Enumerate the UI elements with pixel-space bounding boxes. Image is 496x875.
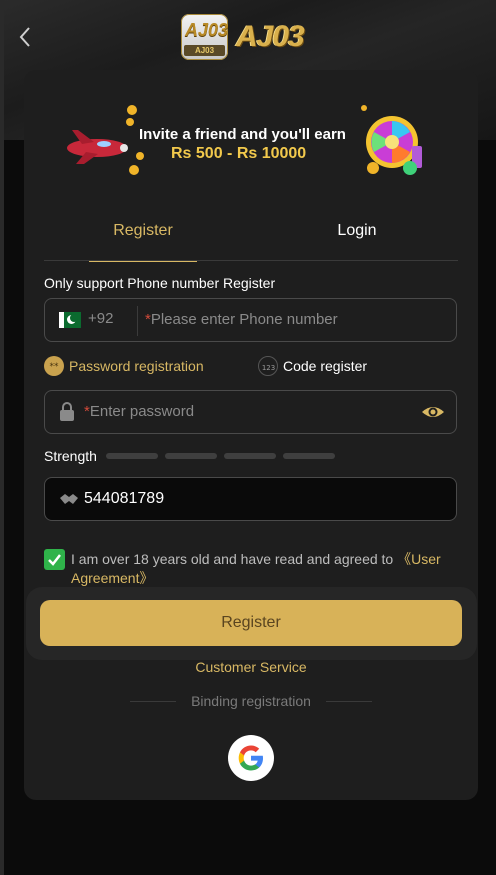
- option-code-label: Code register: [283, 358, 368, 374]
- strength-bar-4: [283, 453, 335, 459]
- banner-line-1: Invite a friend and you'll earn: [139, 126, 346, 143]
- form-card: [24, 70, 478, 800]
- tab-register[interactable]: Register: [89, 222, 197, 262]
- strength-bar-2: [165, 453, 217, 459]
- country-code[interactable]: +92: [88, 310, 113, 327]
- pakistan-flag-icon[interactable]: [59, 312, 81, 328]
- handshake-icon: [59, 491, 79, 507]
- logo-sub: AJ03: [184, 45, 225, 56]
- field-separator: [137, 306, 138, 336]
- strength-bar-1: [106, 453, 158, 459]
- lock-icon: [59, 402, 75, 422]
- logo-wordmark: AJ03: [236, 20, 305, 53]
- banner-line-2: Rs 500 - Rs 10000: [171, 145, 307, 162]
- app-logo-badge: AJ03 AJ03: [181, 14, 228, 60]
- divider-line-right: [326, 701, 372, 702]
- google-login-button[interactable]: [228, 735, 274, 781]
- svg-text:123: 123: [262, 364, 275, 372]
- phone-placeholder: Please enter Phone number: [150, 311, 338, 328]
- register-button[interactable]: Register: [40, 600, 462, 646]
- left-edge: [0, 0, 4, 875]
- option-password-label: Password registration: [69, 358, 204, 374]
- agreement-statement: I am over 18 years old and have read and…: [71, 551, 398, 567]
- prize-wheel-icon: [366, 116, 422, 175]
- tab-login-label: Login: [337, 222, 377, 239]
- invite-code-field[interactable]: 544081789: [44, 477, 457, 521]
- password-field[interactable]: *Enter password: [44, 390, 457, 434]
- airplane-icon: [67, 130, 128, 164]
- password-dots-icon: **: [44, 356, 64, 376]
- checkmark-icon: [48, 554, 61, 566]
- tab-login[interactable]: Login: [305, 222, 409, 260]
- google-icon: [238, 745, 263, 771]
- strength-bar-3: [224, 453, 276, 459]
- strength-label: Strength: [44, 448, 97, 464]
- agreement-text: I am over 18 years old and have read and…: [71, 550, 471, 588]
- svg-text:**: **: [50, 362, 60, 372]
- option-password-registration[interactable]: ** Password registration: [44, 356, 214, 376]
- password-placeholder: Enter password: [89, 403, 195, 420]
- logo-mark: AJ03: [185, 20, 229, 40]
- customer-service-link[interactable]: Customer Service: [0, 659, 496, 675]
- agree-checkbox[interactable]: [44, 549, 65, 570]
- phone-register-label: Only support Phone number Register: [44, 275, 276, 291]
- password-input[interactable]: *Enter password: [84, 403, 194, 420]
- 123-icon: 123: [258, 356, 278, 376]
- invite-banner[interactable]: Invite a friend and you'll earn Rs 500 -…: [64, 100, 436, 178]
- eye-icon[interactable]: [421, 404, 445, 420]
- binding-registration-divider: Binding registration: [130, 693, 372, 711]
- invite-code-input[interactable]: 544081789: [84, 490, 164, 508]
- option-code-register[interactable]: 123 Code register: [258, 356, 378, 376]
- phone-input[interactable]: *Please enter Phone number: [145, 311, 338, 328]
- tab-register-label: Register: [113, 222, 173, 239]
- back-icon[interactable]: [16, 24, 36, 50]
- phone-field[interactable]: +92 *Please enter Phone number: [44, 298, 457, 342]
- tab-divider: [44, 260, 458, 261]
